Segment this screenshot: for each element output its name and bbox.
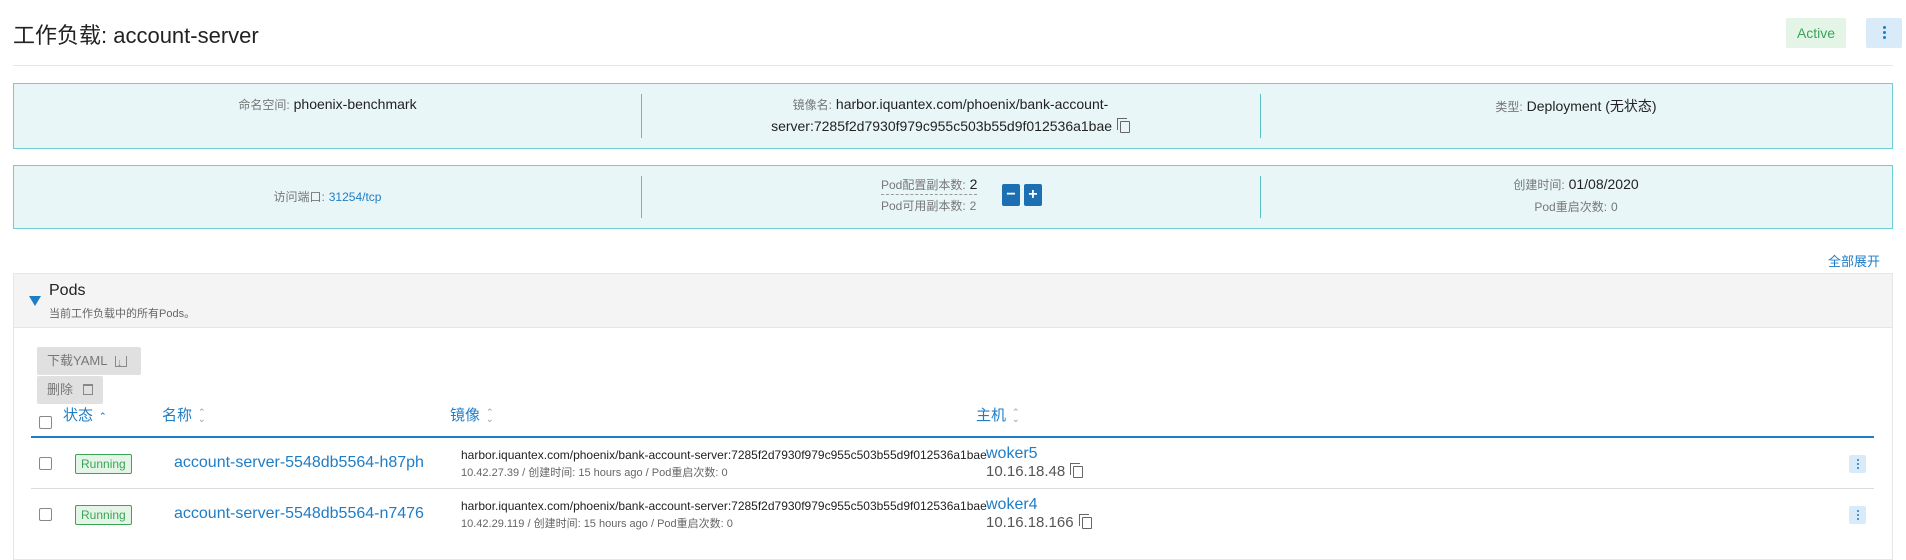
row-checkbox[interactable] — [39, 457, 52, 470]
download-yaml-label: 下载YAML — [47, 353, 107, 368]
pod-config-label: Pod配置副本数: — [881, 178, 966, 192]
column-header-image-label: 镜像 — [450, 407, 481, 424]
row-actions-button[interactable] — [1849, 506, 1866, 524]
table-row: Running account-server-5548db5564-n7476 … — [31, 490, 1874, 540]
pod-available-value: 2 — [969, 199, 977, 213]
column-header-host-label: 主机 — [976, 407, 1007, 424]
sort-icon: ⌃ — [99, 410, 107, 421]
type-label: 类型: — [1495, 100, 1523, 114]
select-all-checkbox[interactable] — [39, 416, 52, 429]
sort-icon: ⌃ ⌄ — [198, 407, 206, 425]
copy-icon[interactable] — [1078, 514, 1092, 529]
delete-label: 删除 — [47, 382, 74, 397]
row-checkbox[interactable] — [39, 508, 52, 521]
copy-icon[interactable] — [1070, 463, 1084, 478]
host-link[interactable]: woker5 — [986, 445, 1038, 463]
pods-subtitle: 当前工作负载中的所有Pods。 — [49, 308, 196, 320]
pod-meta: 10.42.27.39 / 创建时间: 15 hours ago / Pod重启… — [461, 467, 728, 479]
workload-status-panel: 访问端口: 31254/tcp Pod配置副本数: 2 Pod可用副本数: 2 … — [13, 165, 1893, 229]
column-header-status[interactable]: 状态 ⌃ — [63, 404, 107, 425]
increase-replica-button[interactable]: + — [1023, 184, 1042, 206]
namespace-label: 命名空间: — [238, 98, 290, 112]
pod-image: harbor.iquantex.com/phoenix/bank-account… — [461, 499, 987, 513]
pod-image: harbor.iquantex.com/phoenix/bank-account… — [461, 448, 987, 462]
column-header-name-label: 名称 — [162, 407, 193, 424]
more-actions-button[interactable] — [1866, 18, 1902, 48]
pods-section: Pods 当前工作负载中的所有Pods。 下载YAML 删除 状态⌃ 名称⌃⌄ … — [13, 273, 1893, 560]
type-value: Deployment (无状态) — [1526, 98, 1657, 114]
collapse-triangle-icon[interactable] — [29, 296, 41, 306]
host-ip-value: 10.16.18.166 — [986, 514, 1074, 531]
decrease-replica-button[interactable]: − — [1002, 184, 1020, 206]
port-label: 访问端口: — [273, 190, 325, 204]
pod-name-link[interactable]: account-server-5548db5564-n7476 — [174, 505, 424, 523]
pods-section-header[interactable]: Pods 当前工作负载中的所有Pods。 — [14, 274, 1892, 328]
trash-icon — [82, 384, 93, 395]
column-header-status-label: 状态 — [63, 407, 94, 424]
restart-label: Pod重启次数: — [1534, 200, 1608, 214]
delete-button[interactable]: 删除 — [37, 376, 103, 404]
namespace-info: 命名空间: phoenix-benchmark — [14, 84, 641, 148]
host-ip: 10.16.18.48 — [986, 463, 1084, 480]
host-link[interactable]: woker4 — [986, 496, 1038, 514]
port-info: 访问端口: 31254/tcp — [14, 166, 641, 228]
page-title: 工作负载: account-server — [13, 23, 259, 48]
workload-info-panel: 命名空间: phoenix-benchmark 镜像名: harbor.iqua… — [13, 83, 1893, 149]
restart-value: 0 — [1610, 200, 1618, 214]
table-row: Running account-server-5548db5564-h87ph … — [31, 439, 1874, 489]
replica-info: Pod配置副本数: 2 Pod可用副本数: 2 − + — [641, 166, 1260, 228]
image-label: 镜像名: — [792, 98, 833, 112]
copy-icon[interactable] — [1116, 118, 1130, 133]
host-ip: 10.16.18.166 — [986, 514, 1092, 531]
column-header-name[interactable]: 名称 ⌃ ⌄ — [162, 404, 206, 425]
pod-meta: 10.42.29.119 / 创建时间: 15 hours ago / Pod重… — [461, 518, 733, 530]
column-header-image[interactable]: 镜像 ⌃ ⌄ — [450, 404, 494, 425]
type-info: 类型: Deployment (无状态) — [1260, 84, 1892, 148]
created-label: 创建时间: — [1513, 178, 1565, 192]
image-value-line1: harbor.iquantex.com/phoenix/bank-account… — [835, 96, 1109, 112]
namespace-value: phoenix-benchmark — [293, 96, 417, 112]
pod-config-value: 2 — [969, 176, 978, 192]
kebab-icon — [1849, 455, 1866, 469]
sort-icon: ⌃ ⌄ — [1012, 407, 1020, 425]
column-header-host[interactable]: 主机 ⌃ ⌄ — [976, 404, 1020, 425]
expand-all-link[interactable]: 全部展开 — [1828, 251, 1880, 270]
table-header-divider — [31, 436, 1874, 438]
image-value-line2: server:7285f2d7930f979c955c503b55d9f0125… — [771, 118, 1113, 134]
sort-icon: ⌃ ⌄ — [486, 407, 494, 425]
kebab-icon — [1882, 26, 1886, 40]
status-badge: Running — [75, 454, 132, 474]
image-info: 镜像名: harbor.iquantex.com/phoenix/bank-ac… — [641, 84, 1260, 148]
created-value: 01/08/2020 — [1568, 176, 1639, 192]
created-info: 创建时间: 01/08/2020 Pod重启次数: 0 — [1260, 166, 1892, 228]
host-ip-value: 10.16.18.48 — [986, 463, 1066, 480]
download-icon — [114, 349, 127, 377]
pods-title: Pods — [49, 282, 86, 299]
status-badge: Running — [75, 505, 132, 525]
pod-available-label: Pod可用副本数: — [881, 199, 966, 213]
page-header: 工作负载: account-server Active — [13, 0, 1902, 66]
status-badge: Active — [1786, 18, 1846, 48]
port-link[interactable]: 31254/tcp — [329, 190, 382, 204]
row-actions-button[interactable] — [1849, 455, 1866, 473]
pod-name-link[interactable]: account-server-5548db5564-h87ph — [174, 454, 424, 472]
download-yaml-button[interactable]: 下载YAML — [37, 347, 141, 377]
kebab-icon — [1849, 506, 1866, 520]
